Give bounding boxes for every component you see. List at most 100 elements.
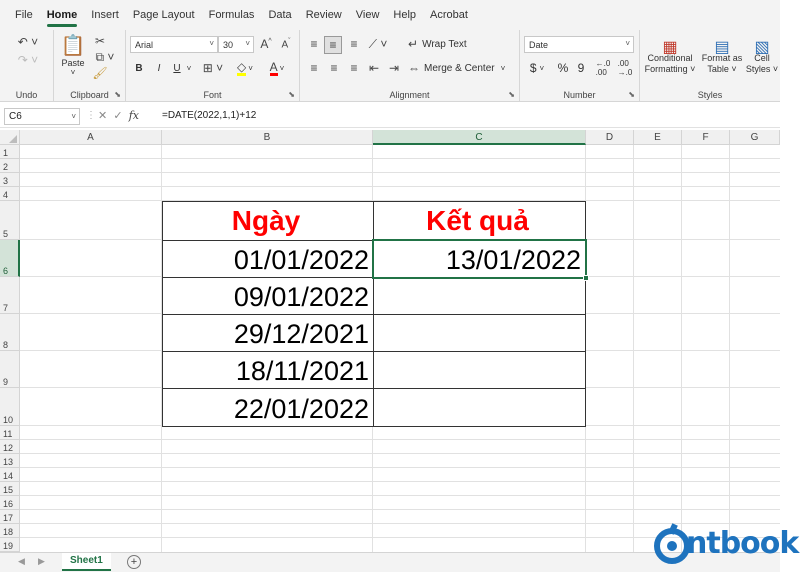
cut-button[interactable]: ✂ xyxy=(92,34,108,48)
row-header[interactable]: 16 xyxy=(0,496,20,510)
align-center-button[interactable]: ≡ xyxy=(326,60,342,76)
row-header[interactable]: 7 xyxy=(0,277,20,314)
number-launcher-icon[interactable]: ⬊ xyxy=(628,90,635,99)
row-header[interactable]: 11 xyxy=(0,426,20,440)
align-left-button[interactable]: ≡ xyxy=(306,60,322,76)
merge-center-button[interactable]: ⇔ Merge & Center ˅ xyxy=(408,60,510,76)
decrease-indent-button[interactable]: ⇤ xyxy=(366,60,382,76)
font-name-select[interactable]: Arial ˅ xyxy=(130,36,218,53)
column-header-g[interactable]: G xyxy=(730,130,780,145)
confirm-icon[interactable]: ✓ xyxy=(113,110,122,122)
conditional-formatting-button[interactable]: ▦ Conditional Formatting ˅ xyxy=(642,34,698,82)
row-header[interactable]: 5 xyxy=(0,201,20,240)
column-header-c[interactable]: C xyxy=(373,130,586,145)
row-header[interactable]: 19 xyxy=(0,538,20,552)
alignment-launcher-icon[interactable]: ⬊ xyxy=(508,90,515,99)
cancel-icon[interactable]: ✕ xyxy=(98,110,107,122)
row-header[interactable]: 15 xyxy=(0,482,20,496)
insert-function-button[interactable]: fx xyxy=(129,109,139,122)
redo-button[interactable]: ↷ ˅ xyxy=(14,52,42,68)
cell-c9[interactable] xyxy=(373,351,586,389)
number-format-select[interactable]: Date ˅ xyxy=(524,36,634,53)
percent-button[interactable]: % xyxy=(556,60,570,76)
undo-button[interactable]: ↶ ˅ xyxy=(14,34,42,50)
column-header-b[interactable]: B xyxy=(162,130,373,145)
decrease-decimal-button[interactable]: .00 →.0 xyxy=(616,59,634,77)
sheet-tab-sheet1[interactable]: Sheet1 xyxy=(62,553,111,571)
borders-button[interactable]: ⊞ ˅ xyxy=(200,60,226,76)
copy-button[interactable]: ⧉ ˅ xyxy=(92,50,118,64)
paste-button[interactable]: 📋 Paste ˅ xyxy=(58,34,88,77)
clipboard-launcher-icon[interactable]: ⬊ xyxy=(114,90,121,99)
row-header[interactable]: 12 xyxy=(0,440,20,454)
orientation-button[interactable]: ⟋ ˅ xyxy=(366,36,390,52)
row-header-selected[interactable]: 6 xyxy=(0,240,20,277)
add-sheet-button[interactable]: + xyxy=(127,555,141,569)
currency-button[interactable]: $ ˅ xyxy=(526,60,548,76)
underline-dropdown[interactable]: ˅ xyxy=(184,60,194,76)
menu-formulas[interactable]: Formulas xyxy=(209,0,255,30)
cell-styles-button[interactable]: ▧ Cell Styles ˅ xyxy=(744,34,780,82)
align-top-button[interactable]: ≡ xyxy=(306,36,322,52)
cell-b7[interactable]: 09/01/2022 xyxy=(162,277,374,315)
font-launcher-icon[interactable]: ⬊ xyxy=(288,90,295,99)
comma-button[interactable]: 9 xyxy=(574,60,588,76)
row-header[interactable]: 17 xyxy=(0,510,20,524)
column-header-d[interactable]: D xyxy=(586,130,634,145)
cell-c10[interactable] xyxy=(373,388,586,427)
cell-b9[interactable]: 18/11/2021 xyxy=(162,351,374,389)
cell-c6[interactable]: 13/01/2022 xyxy=(373,240,586,278)
row-header[interactable]: 18 xyxy=(0,524,20,538)
cell-b6[interactable]: 01/01/2022 xyxy=(162,240,374,278)
next-sheet-icon[interactable]: ▶ xyxy=(38,556,45,567)
align-right-button[interactable]: ≡ xyxy=(346,60,362,76)
row-header[interactable]: 13 xyxy=(0,454,20,468)
row-header[interactable]: 14 xyxy=(0,468,20,482)
menu-review[interactable]: Review xyxy=(306,0,342,30)
cell-c7[interactable] xyxy=(373,277,586,315)
align-middle-button[interactable]: ≡ xyxy=(324,36,342,54)
fill-color-button[interactable]: ◇ ˅ xyxy=(232,60,258,76)
select-all-button[interactable] xyxy=(0,130,20,145)
font-color-button[interactable]: A ˅ xyxy=(264,60,290,76)
row-header[interactable]: 2 xyxy=(0,159,20,173)
prev-sheet-icon[interactable]: ◀ xyxy=(18,556,25,567)
wrap-text-button[interactable]: ↵ Wrap Text xyxy=(408,36,478,52)
column-header-f[interactable]: F xyxy=(682,130,730,145)
name-box[interactable]: C6 ˅ xyxy=(4,108,80,125)
column-header-a[interactable]: A xyxy=(20,130,162,145)
align-bottom-button[interactable]: ≡ xyxy=(346,36,362,52)
increase-font-button[interactable]: A^ xyxy=(258,36,274,52)
cell-b8[interactable]: 29/12/2021 xyxy=(162,314,374,352)
underline-button[interactable]: U xyxy=(170,60,184,76)
cell-c5-header[interactable]: Kết quả xyxy=(373,201,586,241)
bold-button[interactable]: B xyxy=(132,60,146,76)
cell-b10[interactable]: 22/01/2022 xyxy=(162,388,374,427)
row-header[interactable]: 9 xyxy=(0,351,20,388)
italic-button[interactable]: I xyxy=(152,60,166,76)
menu-page-layout[interactable]: Page Layout xyxy=(133,0,195,30)
menu-view[interactable]: View xyxy=(356,0,380,30)
menu-data[interactable]: Data xyxy=(268,0,291,30)
fill-handle[interactable] xyxy=(583,275,589,281)
cell-b5-header[interactable]: Ngày xyxy=(162,201,374,241)
decrease-font-button[interactable]: Aˇ xyxy=(278,36,294,52)
row-header[interactable]: 1 xyxy=(0,145,20,159)
format-as-table-button[interactable]: ▤ Format as Table ˅ xyxy=(700,34,744,82)
font-size-select[interactable]: 30 ˅ xyxy=(218,36,254,53)
cell-c8[interactable] xyxy=(373,314,586,352)
format-painter-button[interactable]: 🖌 xyxy=(92,66,108,80)
row-header[interactable]: 8 xyxy=(0,314,20,351)
increase-decimal-button[interactable]: ←.0.00 xyxy=(594,59,612,77)
menu-help[interactable]: Help xyxy=(393,0,416,30)
menu-home[interactable]: Home xyxy=(46,0,77,30)
row-header[interactable]: 3 xyxy=(0,173,20,187)
increase-indent-button[interactable]: ⇥ xyxy=(386,60,402,76)
row-header[interactable]: 10 xyxy=(0,388,20,426)
menu-file[interactable]: File xyxy=(15,0,33,30)
menu-insert[interactable]: Insert xyxy=(91,0,119,30)
menu-acrobat[interactable]: Acrobat xyxy=(430,0,468,30)
column-header-e[interactable]: E xyxy=(634,130,682,145)
row-header[interactable]: 4 xyxy=(0,187,20,201)
formula-input[interactable]: =DATE(2022,1,1)+12 xyxy=(162,110,256,121)
